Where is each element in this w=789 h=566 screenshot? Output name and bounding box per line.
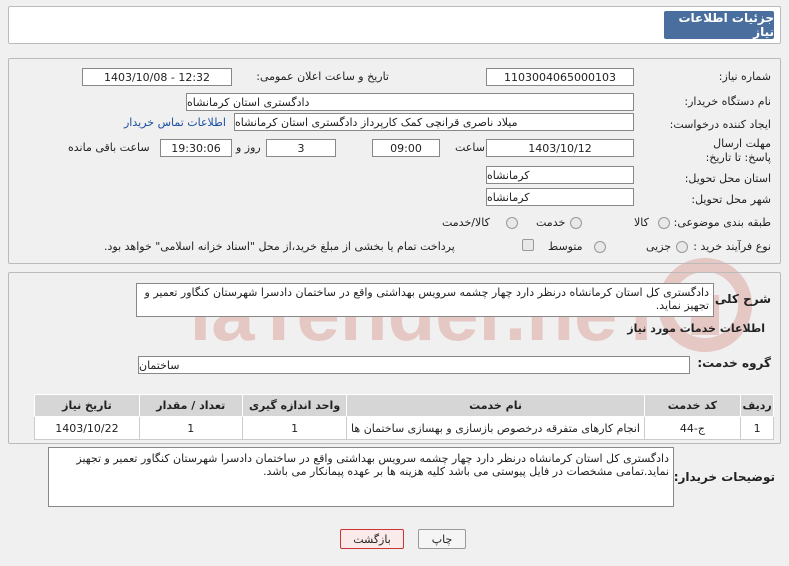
- category-option-goods: کالا: [634, 216, 649, 229]
- days-label: روز و: [236, 141, 261, 154]
- cell-unit: 1: [241, 416, 348, 440]
- remaining-time-field: 19:30:06: [160, 139, 232, 157]
- cell-service-code: ج-44: [643, 416, 742, 440]
- table-header-row: ردیف کد خدمت نام خدمت واحد اندازه گیری ت…: [34, 394, 774, 417]
- buyer-org-label: نام دستگاه خریدار:: [684, 95, 771, 108]
- col-header-service-name: نام خدمت: [346, 394, 645, 417]
- purchase-type-label: نوع فرآیند خرید :: [693, 240, 771, 253]
- services-table: ردیف کد خدمت نام خدمت واحد اندازه گیری ت…: [34, 394, 774, 440]
- province-field: کرمانشاه: [486, 166, 634, 184]
- announce-datetime-label: تاریخ و ساعت اعلان عمومی:: [256, 70, 389, 83]
- cell-need-date: 1403/10/22: [34, 416, 140, 440]
- purchase-radio-minor[interactable]: [676, 241, 688, 253]
- col-header-need-date: تاریخ نیاز: [34, 394, 140, 417]
- service-group-field: ساختمان: [138, 356, 690, 374]
- city-field: کرمانشاه: [486, 188, 634, 206]
- hour-label: ساعت: [455, 141, 485, 154]
- col-header-service-code: کد خدمت: [643, 394, 742, 417]
- summary-textarea[interactable]: دادگستری کل استان کرمانشاه درنظر دارد چه…: [136, 283, 714, 317]
- cell-row-number: 1: [740, 416, 774, 440]
- buyer-notes-label: توضیحات خریدار:: [673, 470, 775, 484]
- col-header-row-number: ردیف: [740, 394, 774, 417]
- cell-service-name: انجام کارهای متفرقه درخصوص بازسازی و بهس…: [346, 416, 645, 440]
- category-option-service: خدمت: [536, 216, 566, 229]
- need-number-field: 1103004065000103: [486, 68, 634, 86]
- province-label: استان محل تحویل:: [684, 172, 771, 185]
- cell-quantity: 1: [138, 416, 243, 440]
- treasury-note: پرداخت تمام یا بخشی از مبلغ خرید،از محل …: [104, 240, 455, 253]
- deadline-label: مهلت ارسال پاسخ: تا تاریخ:: [705, 137, 771, 164]
- category-option-goods-service: کالا/خدمت: [442, 216, 490, 229]
- back-button[interactable]: بازگشت: [340, 529, 404, 549]
- requester-label: ایجاد کننده درخواست:: [669, 118, 771, 131]
- buyer-org-field: دادگستری استان کرمانشاه: [186, 93, 634, 111]
- col-header-unit: واحد اندازه گیری: [241, 394, 348, 417]
- remaining-label: ساعت باقی مانده: [68, 141, 150, 154]
- requester-field: میلاد ناصری قرانچی کمک کارپرداز دادگستری…: [234, 113, 634, 131]
- category-label: طبقه بندی موضوعی:: [673, 216, 771, 229]
- deadline-date-field: 1403/10/12: [486, 139, 634, 157]
- page-title: جزئیات اطلاعات نیاز: [664, 11, 774, 39]
- purchase-radio-medium[interactable]: [594, 241, 606, 253]
- purchase-option-medium: متوسط: [548, 240, 583, 253]
- announce-datetime-field: 1403/10/08 - 12:32: [82, 68, 232, 86]
- service-group-label: گروه خدمت:: [697, 356, 771, 370]
- city-label: شهر محل تحویل:: [691, 193, 771, 206]
- category-radio-service[interactable]: [570, 217, 582, 229]
- buyer-contact-link[interactable]: اطلاعات تماس خریدار: [124, 116, 226, 129]
- treasury-checkbox[interactable]: [522, 239, 534, 251]
- header-bar: جزئیات اطلاعات نیاز: [8, 6, 781, 44]
- purchase-option-minor: جزیی: [646, 240, 672, 253]
- category-radio-goods[interactable]: [658, 217, 670, 229]
- print-button[interactable]: چاپ: [418, 529, 466, 549]
- col-header-quantity: تعداد / مقدار: [138, 394, 243, 417]
- services-heading: اطلاعات خدمات مورد نیاز: [627, 322, 765, 335]
- info-panel: [8, 58, 781, 264]
- category-radio-goods-service[interactable]: [506, 217, 518, 229]
- table-row: 1 ج-44 انجام کارهای متفرقه درخصوص بازساز…: [34, 416, 774, 440]
- buyer-notes-textarea[interactable]: دادگستری کل استان کرمانشاه درنظر دارد چه…: [48, 447, 674, 507]
- need-number-label: شماره نیاز:: [718, 70, 771, 83]
- deadline-time-field: 09:00: [372, 139, 440, 157]
- days-field: 3: [266, 139, 336, 157]
